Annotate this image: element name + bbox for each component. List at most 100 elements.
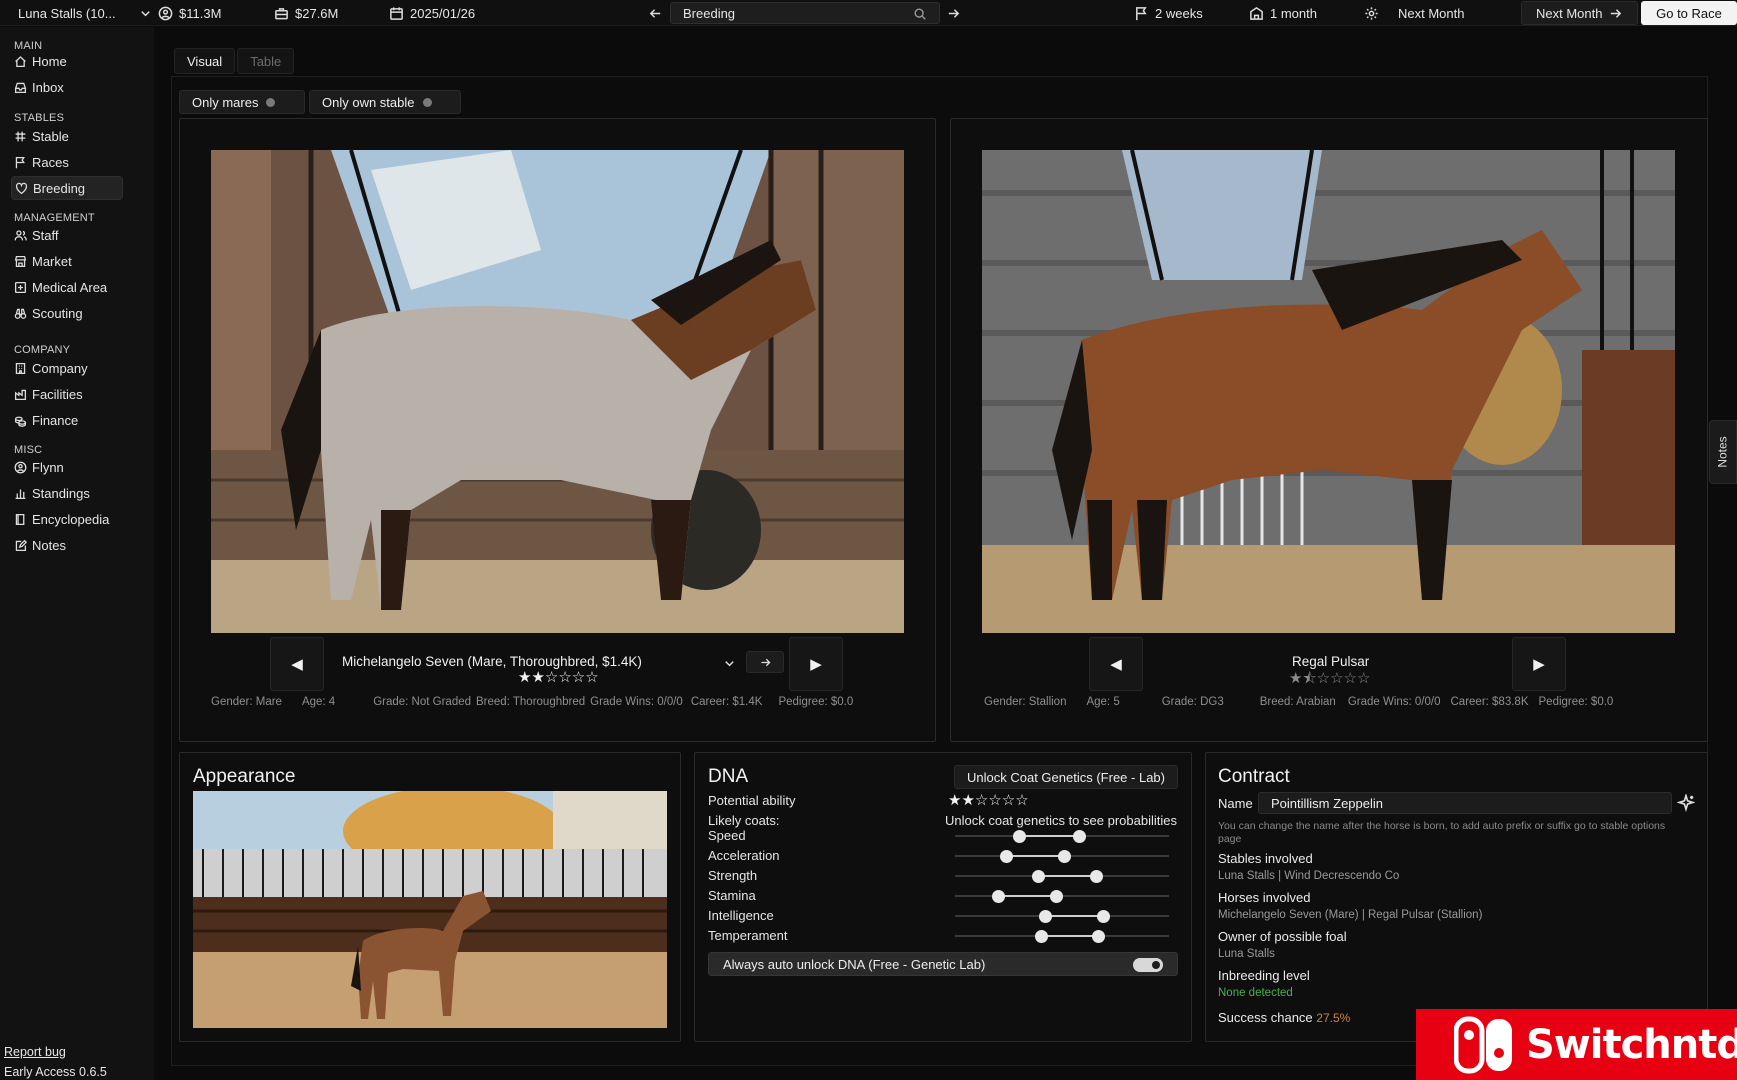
- slider-range-fill: [1006, 855, 1065, 857]
- dna-stat-range-slider[interactable]: [955, 930, 1169, 943]
- forward-arrow-icon[interactable]: [946, 0, 961, 26]
- sidebar-item-breeding[interactable]: Breeding: [11, 176, 123, 200]
- settings-icon[interactable]: [1364, 0, 1379, 26]
- slider-max-handle[interactable]: [1073, 830, 1087, 843]
- stallion-prev-button[interactable]: ◀: [1089, 637, 1143, 691]
- dna-stat-range-slider[interactable]: [955, 890, 1169, 903]
- sidebar-item-staff[interactable]: Staff: [11, 223, 123, 247]
- slider-range-fill: [1019, 835, 1080, 837]
- stable-selector[interactable]: Luna Stalls (10...: [18, 0, 153, 26]
- slider-max-handle[interactable]: [1090, 870, 1104, 883]
- dna-stat-range-slider[interactable]: [955, 910, 1169, 923]
- switch-logo-icon: [1453, 1015, 1516, 1075]
- sidebar-item-inbox[interactable]: Inbox: [11, 75, 123, 99]
- slider-max-handle[interactable]: [1058, 850, 1072, 863]
- dna-stat-label: Strength: [708, 868, 758, 883]
- open-mare-button[interactable]: [746, 651, 784, 673]
- go-to-race-button[interactable]: Go to Race: [1641, 1, 1737, 25]
- event-countdown[interactable]: 1 month: [1249, 0, 1317, 26]
- slider-min-handle[interactable]: [1000, 850, 1014, 863]
- sidebar-item-scouting[interactable]: Scouting: [11, 301, 123, 325]
- slider-min-handle[interactable]: [1013, 830, 1027, 843]
- toggle-dot-icon: [422, 97, 432, 107]
- contract-title: Contract: [1218, 766, 1290, 787]
- foal-name-hint-cont: page: [1218, 833, 1242, 845]
- back-arrow-icon[interactable]: [648, 0, 663, 26]
- owner-label: Owner of possible foal: [1218, 929, 1347, 944]
- tab-visual[interactable]: Visual: [174, 48, 236, 74]
- foal-name-label: Name: [1218, 796, 1253, 811]
- foal-name-input[interactable]: [1258, 792, 1672, 814]
- tab-table[interactable]: Table: [237, 48, 295, 74]
- stables-involved-label: Stables involved: [1218, 851, 1313, 866]
- sidebar-item-races[interactable]: Races: [11, 150, 123, 174]
- unlock-coat-genetics-button[interactable]: Unlock Coat Genetics (Free - Lab): [954, 765, 1178, 789]
- search-icon[interactable]: [913, 7, 927, 21]
- filter-only-mares[interactable]: Only mares: [179, 90, 305, 114]
- slider-max-handle[interactable]: [1092, 930, 1106, 943]
- search-box: [670, 2, 940, 24]
- sidebar-item-medical-area[interactable]: Medical Area: [11, 275, 123, 299]
- calendar-icon: [390, 6, 403, 20]
- stallion-stats: Gender: Stallion Age: 5 Grade: DG3 Breed: A…: [984, 696, 1614, 708]
- triangle-right-icon: ▶: [810, 656, 822, 673]
- slider-max-handle[interactable]: [1096, 910, 1110, 923]
- slider-min-handle[interactable]: [1038, 910, 1052, 923]
- mare-next-button[interactable]: ▶: [789, 637, 843, 691]
- slider-range-fill: [1044, 915, 1103, 917]
- chevron-down-icon: [140, 10, 150, 16]
- dna-stat-range-slider[interactable]: [955, 850, 1169, 863]
- sparkle-icon[interactable]: [1677, 794, 1695, 812]
- sidebar-item-home[interactable]: Home: [11, 49, 123, 73]
- sidebar-item-market[interactable]: Market: [11, 249, 123, 273]
- report-bug-link[interactable]: Report bug: [4, 1045, 66, 1059]
- briefcase-icon: [275, 7, 288, 19]
- mare-stats: Gender: Mare Age: 4 Grade: Not Graded Breed…: [211, 696, 854, 708]
- sidebar-item-notes[interactable]: Notes: [11, 533, 123, 557]
- heart-icon: [15, 182, 28, 194]
- slider-min-handle[interactable]: [991, 890, 1005, 903]
- sidebar-item-stable[interactable]: Stable: [11, 124, 123, 148]
- sidebar-item-encyclopedia[interactable]: Encyclopedia: [11, 507, 123, 531]
- sidebar-item-finance[interactable]: Finance: [11, 408, 123, 432]
- dna-stat-range-slider[interactable]: [955, 870, 1169, 883]
- store-icon: [14, 255, 27, 267]
- sidebar-item-facilities[interactable]: Facilities: [11, 382, 123, 406]
- next-month-button[interactable]: Next Month: [1521, 1, 1639, 25]
- stallion-name: Regal Pulsar: [1292, 654, 1370, 669]
- sidebar-item-flynn[interactable]: Flynn: [11, 455, 123, 479]
- book-icon: [15, 513, 25, 525]
- version-label: Early Access 0.6.5: [4, 1065, 107, 1079]
- success-chance: Success chance 27.5%: [1218, 1010, 1351, 1025]
- bar-chart-icon: [15, 488, 26, 499]
- filter-only-own-stable[interactable]: Only own stable: [309, 90, 461, 114]
- dna-title: DNA: [708, 766, 749, 787]
- mare-prev-button[interactable]: ◀: [270, 637, 324, 691]
- auto-unlock-dna-row[interactable]: Always auto unlock DNA (Free - Genetic L…: [708, 952, 1178, 976]
- search-input[interactable]: [671, 3, 901, 23]
- notes-side-tab[interactable]: Notes: [1709, 420, 1737, 484]
- triangle-left-icon: ◀: [1110, 656, 1122, 673]
- stables-involved-value: Luna Stalls | Wind Decrescendo Co: [1218, 870, 1400, 882]
- slider-min-handle[interactable]: [1032, 870, 1046, 883]
- stallion-rating-stars: ★⯪☆☆☆☆: [1289, 670, 1371, 687]
- stallion-next-button[interactable]: ▶: [1512, 637, 1566, 691]
- appearance-title: Appearance: [193, 766, 296, 787]
- stable-name: Luna Stalls (10...: [18, 5, 116, 21]
- horses-involved-value: Michelangelo Seven (Mare) | Regal Pulsar…: [1218, 909, 1483, 921]
- sidebar-item-company[interactable]: Company: [11, 356, 123, 380]
- sidebar-item-standings[interactable]: Standings: [11, 481, 123, 505]
- home-icon: [15, 55, 26, 67]
- potential-ability-label: Potential ability: [708, 793, 796, 808]
- dna-stat-range-slider[interactable]: [955, 830, 1169, 843]
- auto-unlock-dna-toggle[interactable]: [1133, 958, 1163, 972]
- horses-involved-label: Horses involved: [1218, 890, 1311, 905]
- mare-select-chevron[interactable]: [722, 650, 737, 676]
- race-countdown[interactable]: 2 weeks: [1134, 0, 1203, 26]
- likely-coats-value: Unlock coat genetics to see probabilitie…: [945, 813, 1177, 828]
- slider-min-handle[interactable]: [1034, 930, 1048, 943]
- slider-max-handle[interactable]: [1049, 890, 1063, 903]
- value-display: $27.6M: [274, 0, 338, 26]
- success-chance-value: 27.5%: [1316, 1011, 1351, 1025]
- triangle-right-icon: ▶: [1533, 656, 1545, 673]
